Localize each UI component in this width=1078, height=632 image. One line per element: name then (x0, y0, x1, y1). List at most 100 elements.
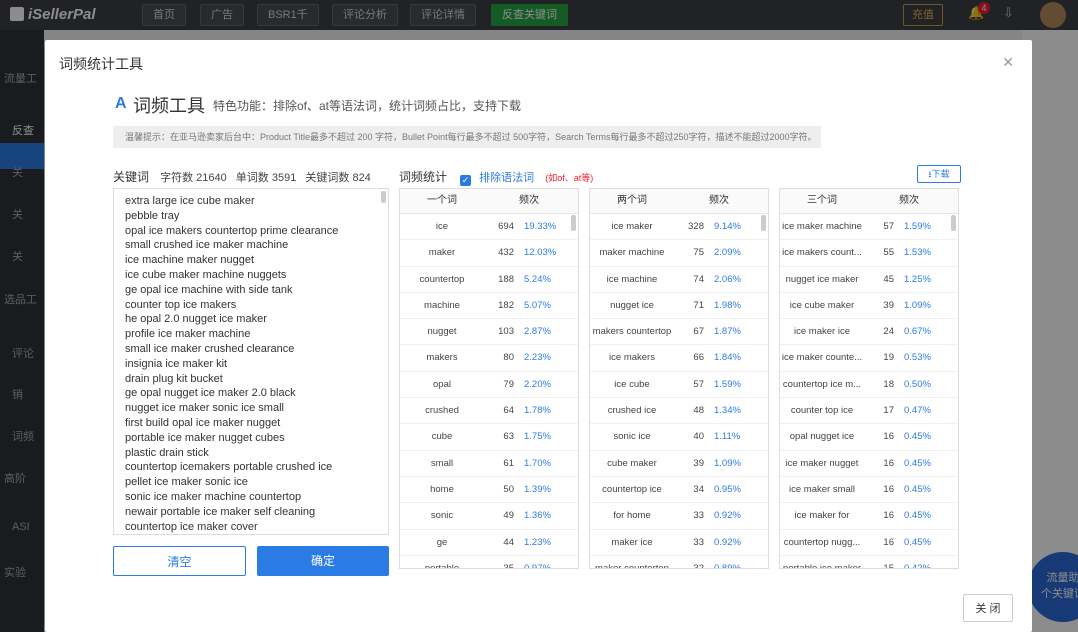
freq-word: cube (431, 431, 453, 443)
keyword-line: small crushed ice maker machine (125, 239, 289, 252)
freq-percent: 2.09% (714, 247, 741, 259)
freq-row: ice maker ice 24 0.67% (780, 319, 958, 346)
keyword-line: ice cube maker machine nuggets (125, 268, 287, 281)
freq-row: nugget 103 2.87% (400, 319, 578, 346)
freq-table-header: 两个词 频次 (590, 189, 768, 214)
freq-table-3word: 三个词 频次 ice maker machine 57 1.59% ice makers … (779, 188, 959, 569)
freq-row: countertop 188 5.24% (400, 267, 578, 293)
table-scrollbar[interactable] (571, 215, 576, 231)
freq-count: 57 (883, 221, 894, 232)
freq-row: ice maker nugget 16 0.45% (780, 451, 958, 477)
freq-row: makers countertop 67 1.87% (590, 319, 768, 346)
freq-word: crushed ice (607, 405, 657, 417)
freq-row: ice machine 74 2.06% (590, 267, 768, 293)
freq-count: 64 (503, 405, 514, 417)
freq-percent: 1.09% (714, 457, 741, 469)
freq-count: 40 (693, 431, 704, 443)
freq-percent: 19.33% (524, 221, 557, 232)
freq-percent: 1.59% (714, 378, 741, 390)
freq-row: opal nugget ice 16 0.45% (780, 424, 958, 451)
close-button[interactable]: 关 闭 (963, 594, 1013, 622)
freq-count: 16 (883, 510, 894, 522)
freq-word: ice machine (606, 273, 658, 285)
freq-word: makers countertop (592, 326, 672, 338)
freq-word: ice maker (611, 221, 653, 232)
freq-row: cube 63 1.75% (400, 424, 578, 451)
freq-row: maker ice 33 0.92% (590, 530, 768, 556)
freq-count: 48 (693, 405, 704, 417)
freq-row: maker machine 75 2.09% (590, 240, 768, 267)
keyword-textarea[interactable]: extra large ice cube maker pebble tray opa… (113, 188, 389, 535)
col-word-header: 一个词 (427, 195, 457, 206)
close-icon[interactable]: ✕ (1002, 54, 1014, 71)
freq-count: 63 (503, 431, 514, 443)
freq-percent: 1.23% (524, 536, 551, 548)
freq-row: ice maker 328 9.14% (590, 214, 768, 241)
freq-row: crushed ice 48 1.34% (590, 398, 768, 425)
freq-count: 16 (883, 431, 894, 443)
freq-word: ice makers count... (782, 247, 862, 259)
freq-percent: 1.78% (524, 405, 551, 417)
freq-row: ice makers 66 1.84% (590, 345, 768, 372)
freq-word: cube maker (607, 457, 657, 469)
freq-word: maker machine (599, 247, 665, 259)
font-icon: A (115, 95, 127, 112)
table-scrollbar[interactable] (761, 215, 766, 231)
clear-button[interactable]: 清空 (113, 546, 246, 576)
freq-row: makers 80 2.23% (400, 345, 578, 372)
freq-row: ge 44 1.23% (400, 530, 578, 556)
keyword-line: small ice maker crushed clearance (125, 342, 295, 355)
freq-word: sonic (430, 510, 454, 522)
freq-word: nugget ice maker (785, 273, 859, 285)
col-word-header: 两个词 (617, 195, 647, 206)
freq-word: ice maker ice (794, 326, 850, 338)
exclude-label[interactable]: 排除语法词 (479, 172, 534, 184)
freq-percent: 1.53% (904, 247, 931, 259)
keyword-line: pebble tray (125, 209, 180, 222)
freq-row: maker countertop 32 0.89% (590, 556, 768, 568)
freq-word: ice maker counte... (781, 352, 863, 364)
freq-row: countertop nugg... 16 0.45% (780, 530, 958, 556)
freq-row: counter top ice 17 0.47% (780, 398, 958, 425)
freq-count: 50 (503, 483, 514, 495)
freq-row: opal 79 2.20% (400, 372, 578, 399)
freq-percent: 1.34% (714, 405, 741, 417)
freq-count: 19 (883, 352, 894, 364)
freq-count: 79 (503, 378, 514, 390)
keyword-scrollbar[interactable] (381, 191, 386, 203)
freq-word: ice maker small (789, 483, 855, 495)
freq-percent: 1.09% (904, 299, 931, 311)
download-button[interactable]: ⭳下载 (917, 165, 961, 183)
freq-row: portable 35 0.97% (400, 556, 578, 569)
freq-count: 39 (883, 299, 894, 311)
freq-word: countertop (419, 273, 465, 285)
freq-count: 16 (883, 483, 894, 495)
confirm-button[interactable]: 确定 (257, 546, 389, 576)
freq-count: 35 (503, 562, 514, 569)
freq-count: 45 (883, 273, 894, 285)
freq-row: nugget ice maker 45 1.25% (780, 267, 958, 293)
col-freq-header: 频次 (519, 195, 539, 206)
freq-percent: 1.70% (524, 457, 551, 469)
char-count: 字符数 21640 (160, 172, 227, 184)
freq-row: ice 694 19.33% (400, 214, 578, 241)
keyword-line: drain plug kit bucket (125, 372, 223, 385)
freq-word: maker ice (611, 536, 653, 548)
freq-word: ice maker machine (782, 221, 862, 232)
freq-word: opal nugget ice (789, 431, 855, 443)
freq-count: 44 (503, 536, 514, 548)
freq-count: 75 (693, 247, 704, 259)
stats-header: 词频统计 ✓ 排除语法词 (如of、at等) (399, 168, 593, 186)
freq-percent: 0.53% (904, 352, 931, 364)
freq-count: 55 (883, 247, 894, 259)
freq-count: 15 (883, 562, 894, 569)
freq-word: portable (424, 562, 460, 569)
keyword-line: newair portable ice maker self cleaning (125, 505, 316, 518)
freq-percent: 2.23% (524, 352, 551, 364)
keyword-line: he opal 2.0 nugget ice maker (125, 313, 267, 326)
table-scrollbar[interactable] (951, 215, 956, 231)
freq-percent: 1.75% (524, 431, 551, 443)
exclude-checkbox[interactable]: ✓ (460, 175, 472, 186)
freq-table-header: 一个词 频次 (400, 189, 578, 214)
freq-word: for home (613, 510, 651, 522)
